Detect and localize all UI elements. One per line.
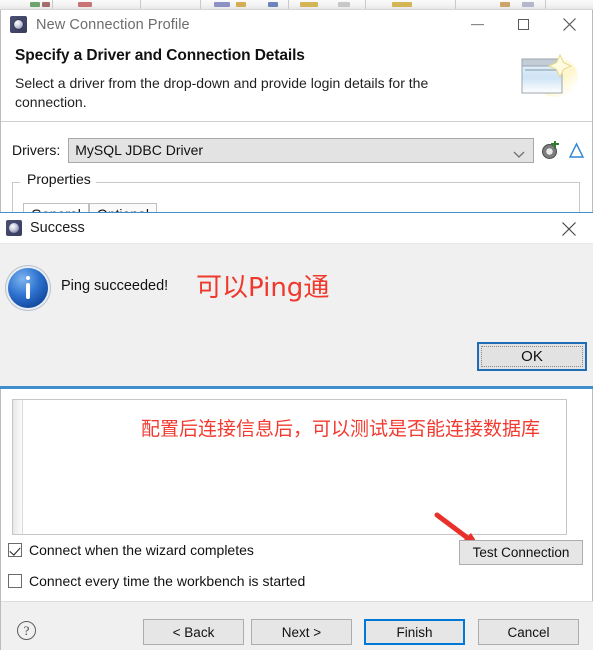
close-icon[interactable]: [555, 218, 583, 240]
success-dialog-title: Success: [30, 220, 85, 236]
screen: New Connection Profile Specify a Driver …: [0, 0, 593, 650]
drivers-label: Drivers:: [12, 142, 61, 158]
back-button[interactable]: < Back: [143, 619, 244, 645]
next-button[interactable]: Next >: [251, 619, 352, 645]
eclipse-app-icon: [10, 16, 27, 33]
annotation-text: 配置后连接信息后，可以测试是否能连接数据库: [141, 418, 541, 440]
properties-legend: Properties: [22, 171, 96, 187]
next-button-label: Next >: [281, 624, 322, 640]
connect-when-wizard-completes-label: Connect when the wizard completes: [29, 542, 254, 558]
connect-every-time-checkbox[interactable]: [8, 574, 22, 588]
window-title: New Connection Profile: [36, 16, 190, 33]
connect-every-time-row[interactable]: Connect every time the workbench is star…: [8, 573, 305, 589]
page-title: Specify a Driver and Connection Details: [15, 47, 305, 64]
connect-when-wizard-completes-checkbox[interactable]: [8, 543, 22, 557]
maximize-icon[interactable]: [500, 10, 546, 39]
success-dialog-bottom-border: [0, 386, 593, 388]
chevron-down-icon: [513, 146, 525, 164]
finish-button[interactable]: Finish: [364, 619, 465, 645]
ok-button[interactable]: OK: [477, 342, 587, 371]
back-button-label: < Back: [172, 624, 215, 640]
finish-button-label: Finish: [396, 624, 433, 640]
minimize-icon[interactable]: [454, 10, 500, 39]
drivers-selected-value: MySQL JDBC Driver: [75, 142, 204, 158]
information-icon: [8, 268, 48, 308]
success-dialog-body: Ping succeeded! 可以Ping通: [0, 244, 593, 354]
panel-gutter: [13, 400, 23, 534]
success-annotation: 可以Ping通: [196, 273, 330, 303]
wizard-titlebar: New Connection Profile: [1, 10, 592, 39]
window-controls: [454, 10, 592, 39]
cancel-button[interactable]: Cancel: [478, 619, 579, 645]
close-icon[interactable]: [546, 10, 592, 39]
page-description: Select a driver from the drop-down and p…: [15, 75, 429, 110]
background-toolbar-strip: [0, 0, 593, 10]
success-message: Ping succeeded!: [61, 278, 169, 294]
cancel-button-label: Cancel: [507, 624, 550, 640]
test-connection-button[interactable]: Test Connection: [459, 540, 583, 565]
wizard-banner: Specify a Driver and Connection Details …: [1, 39, 592, 122]
drivers-combobox[interactable]: MySQL JDBC Driver: [68, 137, 535, 164]
new-driver-definition-icon[interactable]: [541, 140, 560, 160]
wizard-banner-icon: [516, 51, 578, 107]
connect-every-time-label: Connect every time the workbench is star…: [29, 573, 306, 589]
edit-driver-definition-icon[interactable]: [567, 141, 586, 160]
help-icon[interactable]: ?: [17, 621, 36, 640]
drivers-row: Drivers: MySQL JDBC Driver: [1, 133, 593, 167]
eclipse-app-icon: [6, 220, 22, 236]
ok-button-label: OK: [521, 348, 543, 365]
test-connection-label: Test Connection: [472, 545, 570, 560]
success-titlebar: Success: [0, 213, 593, 244]
connect-when-wizard-completes-row[interactable]: Connect when the wizard completes: [8, 542, 254, 558]
